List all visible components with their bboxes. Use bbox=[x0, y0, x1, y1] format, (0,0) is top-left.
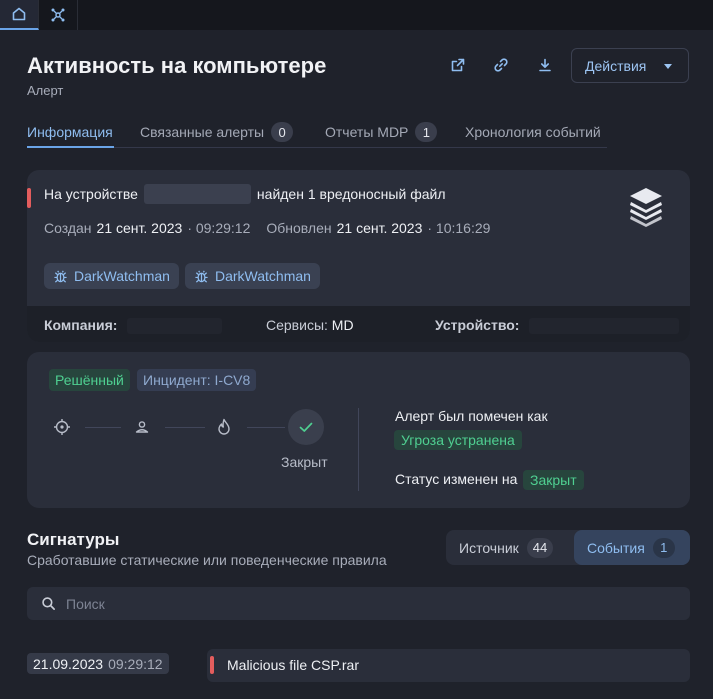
updated-time: · 10:16:29 bbox=[427, 220, 491, 236]
external-link-icon bbox=[451, 58, 465, 72]
alert-dates: Создан 21 сент. 2023 · 09:29:12 Обновлен… bbox=[44, 220, 490, 236]
crosshair-icon bbox=[54, 419, 70, 435]
count-badge: 0 bbox=[271, 122, 294, 142]
tab-event-timeline[interactable]: Хронология событий bbox=[465, 122, 601, 142]
open-external-button[interactable] bbox=[447, 54, 469, 76]
threat-chip[interactable]: DarkWatchman bbox=[185, 263, 320, 289]
signatures-title: Сигнатуры bbox=[27, 530, 120, 549]
tab-mdp-reports[interactable]: Отчеты MDP 1 bbox=[325, 122, 438, 142]
threat-step bbox=[213, 416, 235, 438]
redacted-company bbox=[127, 318, 223, 335]
incident-tag[interactable]: Инцидент: I-CV8 bbox=[137, 369, 257, 391]
device-label: Устройство: bbox=[435, 317, 520, 333]
alert-description: На устройстве найден 1 вредоносный файл bbox=[44, 184, 445, 204]
page-subtitle: Алерт bbox=[27, 83, 64, 98]
download-button[interactable] bbox=[534, 54, 556, 76]
company-label: Компания: bbox=[44, 317, 118, 333]
closed-step-label: Закрыт bbox=[281, 454, 328, 470]
services-value: MD bbox=[331, 317, 354, 333]
event-date: 21.09.2023 bbox=[33, 655, 104, 672]
user-icon bbox=[135, 421, 149, 433]
flow-connector bbox=[85, 427, 121, 428]
tab-label: Хронология событий bbox=[465, 124, 601, 140]
tab-information[interactable]: Информация bbox=[27, 122, 113, 142]
redacted-device bbox=[529, 318, 680, 335]
user-step bbox=[131, 416, 153, 438]
event-time: 09:29:12 bbox=[108, 655, 163, 672]
severity-bar bbox=[27, 188, 31, 208]
event-row[interactable]: Malicious file CSP.rar bbox=[207, 649, 690, 682]
alert-suffix: найден 1 вредоносный файл bbox=[256, 186, 446, 202]
tab-label: Отчеты MDP bbox=[325, 124, 409, 140]
chip-label: DarkWatchman bbox=[74, 268, 170, 284]
download-icon bbox=[539, 58, 551, 72]
events-count-badge: 1 bbox=[652, 537, 675, 558]
target-step bbox=[51, 416, 73, 438]
device-field: Устройство: bbox=[435, 317, 680, 335]
updated-date: 21 сент. 2023 bbox=[336, 220, 423, 236]
created-time: · 09:29:12 bbox=[187, 220, 251, 236]
active-tab-indicator bbox=[27, 146, 114, 148]
company-field: Компания: bbox=[44, 317, 223, 335]
changed-text: Статус изменен на bbox=[395, 471, 518, 487]
link-icon bbox=[494, 58, 508, 72]
services-field: Сервисы: MD bbox=[266, 317, 354, 333]
signatures-subtitle: Сработавшие статические или поведенчески… bbox=[27, 552, 387, 568]
created-label: Создан bbox=[44, 220, 92, 236]
layers-icon bbox=[630, 188, 662, 227]
actions-label: Действия bbox=[585, 57, 647, 74]
chip-label: DarkWatchman bbox=[215, 268, 311, 284]
fire-icon bbox=[218, 418, 230, 435]
threat-chip[interactable]: DarkWatchman bbox=[44, 263, 179, 289]
home-icon bbox=[12, 7, 26, 21]
check-icon bbox=[299, 422, 313, 432]
marked-value-badge: Угроза устранена bbox=[394, 430, 522, 450]
search-bar bbox=[27, 587, 690, 620]
tab-related-alerts[interactable]: Связанные алерты 0 bbox=[140, 122, 294, 142]
updated-label: Обновлен bbox=[266, 220, 332, 236]
tab-label: Информация bbox=[27, 124, 113, 140]
created-date: 21 сент. 2023 bbox=[96, 220, 183, 236]
events-label: События bbox=[587, 539, 645, 556]
tab-bar: Информация Связанные алерты 0 Отчеты MDP… bbox=[27, 116, 607, 148]
source-count-badge: 44 bbox=[526, 537, 554, 558]
bug-icon bbox=[195, 270, 208, 283]
copy-link-button[interactable] bbox=[490, 54, 512, 76]
event-name: Malicious file CSP.rar bbox=[227, 657, 360, 673]
events-toggle[interactable]: События 1 bbox=[574, 530, 690, 565]
closed-step bbox=[288, 409, 324, 445]
page-title: Активность на компьютере bbox=[27, 53, 327, 78]
services-label: Сервисы: bbox=[266, 317, 328, 333]
top-bar bbox=[0, 0, 713, 30]
network-tab[interactable] bbox=[39, 0, 78, 30]
actions-dropdown[interactable]: Действия bbox=[571, 48, 689, 83]
search-icon bbox=[42, 597, 55, 610]
redacted-device-name bbox=[143, 184, 251, 204]
resolved-tag: Решённый bbox=[49, 369, 130, 391]
severity-bar bbox=[210, 656, 214, 674]
event-timestamp: 21.09.2023 09:29:12 bbox=[27, 653, 169, 674]
status-card: Решённый Инцидент: I-CV8 Закрыт Алерт бы… bbox=[27, 352, 690, 508]
alert-footer: Компания: Сервисы: MD Устройство: bbox=[27, 306, 690, 342]
home-tab[interactable] bbox=[0, 0, 39, 30]
count-badge: 1 bbox=[415, 122, 438, 142]
alert-summary-card: На устройстве найден 1 вредоносный файл … bbox=[27, 170, 690, 342]
divider bbox=[358, 408, 359, 491]
source-toggle[interactable]: Источник 44 bbox=[446, 530, 566, 565]
chevron-down-icon bbox=[664, 64, 672, 69]
tab-label: Связанные алерты bbox=[140, 124, 265, 140]
changed-value-badge: Закрыт bbox=[523, 470, 584, 490]
flow-connector bbox=[165, 427, 205, 428]
alert-prefix: На устройстве bbox=[44, 186, 138, 202]
network-icon bbox=[51, 8, 65, 22]
signatures-segmented-control: Источник 44 События 1 bbox=[446, 530, 690, 565]
flow-connector bbox=[247, 427, 285, 428]
search-input[interactable] bbox=[66, 595, 626, 612]
marked-text: Алерт был помечен как bbox=[395, 408, 548, 424]
source-label: Источник bbox=[459, 539, 519, 556]
bug-icon bbox=[54, 270, 67, 283]
